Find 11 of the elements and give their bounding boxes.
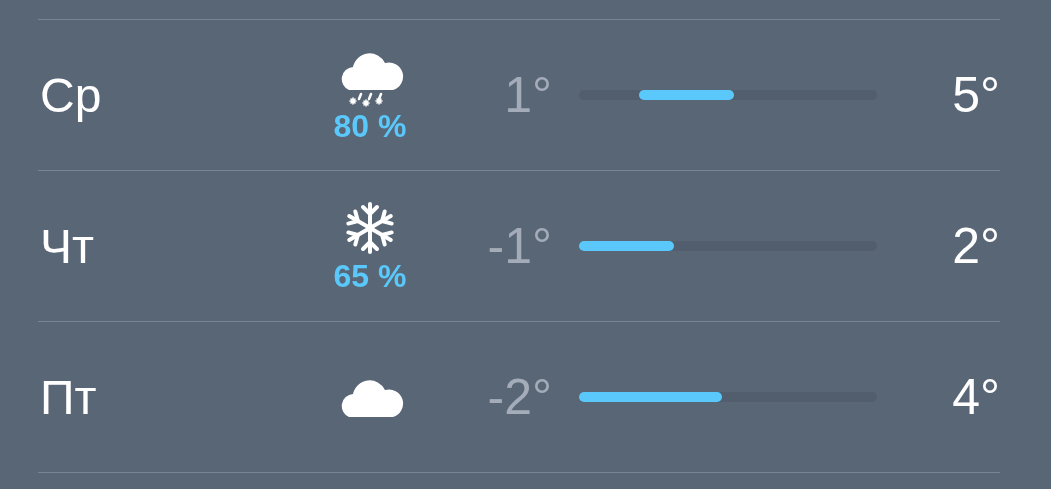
high-temperature: 5° — [951, 66, 1000, 124]
precipitation-chance: 65 % — [333, 258, 407, 294]
low-temperature: -1° — [486, 217, 552, 275]
precipitation-chance: 80 % — [333, 108, 407, 144]
low-temperature: -2° — [486, 368, 552, 426]
low-temperature: 1° — [503, 66, 552, 124]
day-label: Пт — [39, 369, 98, 425]
high-temperature: 4° — [951, 368, 1000, 426]
day-label: Ср — [39, 67, 103, 123]
day-label: Чт — [39, 218, 95, 274]
high-temperature: 2° — [951, 217, 1000, 275]
